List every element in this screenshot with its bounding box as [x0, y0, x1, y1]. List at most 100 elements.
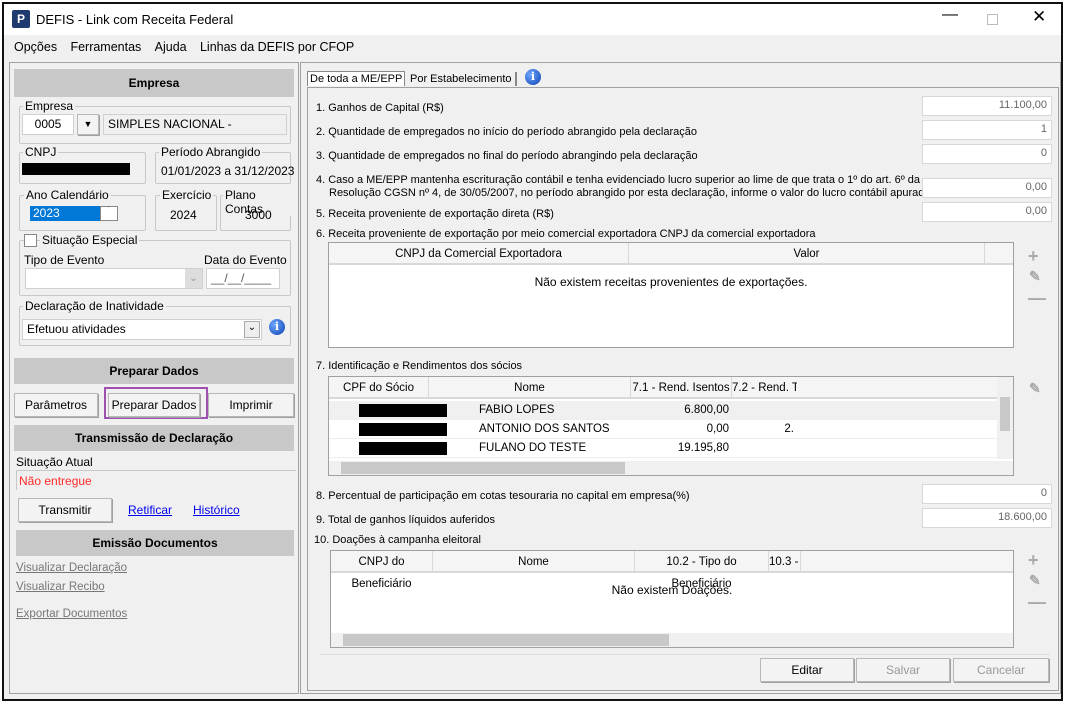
- table-header: CPF do Sócio Nome 7.1 - Rend. Isentos Pa…: [329, 377, 997, 416]
- edit-icon[interactable]: ✎: [1029, 572, 1041, 589]
- visualizar-recibo-link[interactable]: Visualizar Recibo: [16, 581, 105, 593]
- rend-isentos: 0,00: [706, 423, 729, 435]
- salvar-button[interactable]: Salvar: [856, 658, 950, 682]
- column-header[interactable]: 10.2 - Tipo do Beneficiário: [635, 551, 769, 590]
- empty-message: Não existem receitas provenientes de exp…: [534, 275, 808, 289]
- tab-toda-me-epp[interactable]: De toda a ME/EPP: [307, 71, 406, 86]
- column-header[interactable]: CPF do Sócio: [329, 377, 429, 399]
- edit-icon[interactable]: ✎: [1029, 380, 1041, 397]
- q10-label: 10. Doações à campanha eleitoral: [314, 534, 481, 546]
- exercicio-value: 2024: [170, 208, 197, 222]
- table-row[interactable]: FULANO DO TESTE 19.195,80: [329, 439, 997, 458]
- remove-icon[interactable]: —: [1028, 592, 1046, 613]
- data-evento-input[interactable]: __/__/____: [206, 268, 280, 289]
- title-bar: P DEFIS - Link com Receita Federal — ✕: [4, 4, 1061, 35]
- tipo-evento-label: Tipo de Evento: [24, 253, 105, 267]
- vertical-scrollbar[interactable]: [997, 377, 1013, 459]
- column-header[interactable]: Nome: [433, 551, 635, 573]
- column-header[interactable]: 7.2 - Rend. Tribu: [732, 377, 797, 399]
- tab-content: 1. Ganhos de Capital (R$) 11.100,00 2. Q…: [307, 87, 1059, 691]
- situacao-especial-checkbox[interactable]: [24, 234, 37, 247]
- tipo-evento-select[interactable]: [25, 268, 203, 289]
- socios-rows: FABIO LOPES 6.800,00 ANTONIO DOS SANTOS 0,0…: [329, 401, 997, 458]
- rend-tributaveis: 2.: [784, 423, 794, 435]
- cpf-redacted: [359, 442, 447, 455]
- maximize-button[interactable]: [987, 14, 998, 25]
- preparar-dados-button[interactable]: Preparar Dados: [108, 393, 200, 417]
- percentual-cotas-input[interactable]: 0: [922, 484, 1052, 504]
- empregados-inicio-input[interactable]: 1: [922, 120, 1052, 140]
- historico-link[interactable]: Histórico: [193, 503, 240, 517]
- table-header: CNPJ do Beneficiário Nome 10.2 - Tipo do…: [331, 551, 1013, 590]
- app-icon: P: [12, 10, 30, 28]
- q2-label: 2. Quantidade de empregados no início do…: [316, 126, 697, 138]
- exportar-documentos-link[interactable]: Exportar Documentos: [16, 608, 127, 620]
- menu-opcoes[interactable]: Opções: [14, 40, 57, 54]
- visualizar-declaracao-link[interactable]: Visualizar Declaração: [16, 562, 127, 574]
- menu-linhas-cfop[interactable]: Linhas da DEFIS por CFOP: [200, 40, 354, 54]
- socio-nome: ANTONIO DOS SANTOS: [479, 423, 610, 435]
- inatividade-label: Declaração de Inatividade: [23, 299, 166, 313]
- column-header[interactable]: CNPJ da Comercial Exportadora: [329, 243, 629, 265]
- edit-icon[interactable]: ✎: [1029, 268, 1041, 285]
- left-panel: Empresa Empresa 0005 ▼ SIMPLES NACIONAL …: [9, 62, 299, 694]
- close-button[interactable]: ✕: [1032, 7, 1046, 27]
- column-header[interactable]: Nome: [429, 377, 631, 399]
- empregados-final-input[interactable]: 0: [922, 144, 1052, 164]
- empresa-code-input[interactable]: 0005: [22, 114, 74, 135]
- column-header[interactable]: 10.3 - F: [769, 551, 801, 573]
- exportadoras-table: CNPJ da Comercial Exportadora Valor Não …: [328, 242, 1014, 348]
- retificar-link[interactable]: Retificar: [128, 503, 172, 517]
- horizontal-scrollbar[interactable]: [331, 633, 1013, 647]
- exportacao-direta-input[interactable]: 0,00: [922, 202, 1052, 222]
- q8-label: 8. Percentual de participação em cotas t…: [316, 490, 690, 502]
- table-row[interactable]: FABIO LOPES 6.800,00: [329, 401, 997, 420]
- empresa-dropdown-button[interactable]: ▼: [77, 114, 99, 135]
- emissao-header: Emissão Documentos: [16, 530, 294, 556]
- table-header: CNPJ da Comercial Exportadora Valor: [329, 243, 1013, 265]
- ganhos-capital-input[interactable]: 11.100,00: [922, 96, 1052, 116]
- cpf-redacted: [359, 423, 447, 436]
- empresa-header: Empresa: [14, 69, 294, 97]
- inatividade-select[interactable]: Efetuou atividades: [22, 319, 262, 340]
- column-header[interactable]: CNPJ do Beneficiário: [331, 551, 433, 590]
- add-icon[interactable]: +: [1028, 550, 1039, 571]
- editar-button[interactable]: Editar: [760, 658, 854, 682]
- ganhos-liquidos-input[interactable]: 18.600,00: [922, 508, 1052, 528]
- ano-label: Ano Calendário: [24, 188, 111, 202]
- q9-label: 9. Total de ganhos líquidos auferidos: [316, 514, 495, 526]
- menu-ajuda[interactable]: Ajuda: [155, 40, 187, 54]
- ano-calendario-input[interactable]: 2023: [30, 206, 100, 221]
- imprimir-button[interactable]: Imprimir: [208, 393, 294, 417]
- column-header[interactable]: Valor: [629, 243, 985, 265]
- horizontal-scrollbar[interactable]: [329, 461, 1013, 475]
- column-header[interactable]: 7.1 - Rend. Isentos Pagos: [631, 377, 732, 416]
- transmitir-button[interactable]: Transmitir: [18, 498, 112, 522]
- main-window: P DEFIS - Link com Receita Federal — ✕ O…: [2, 2, 1063, 701]
- parametros-button[interactable]: Parâmetros: [14, 393, 98, 417]
- lucro-contabil-input[interactable]: 0,00: [922, 178, 1052, 198]
- empresa-name-field: SIMPLES NACIONAL -: [103, 114, 287, 135]
- socio-nome: FULANO DO TESTE: [479, 442, 587, 454]
- q5-label: 5. Receita proveniente de exportação dir…: [316, 208, 554, 220]
- table-row[interactable]: ANTONIO DOS SANTOS 0,00 2.: [329, 420, 997, 439]
- q3-label: 3. Quantidade de empregados no final do …: [316, 150, 698, 162]
- rend-isentos: 19.195,80: [677, 442, 729, 454]
- q6-label: 6. Receita proveniente de exportação por…: [316, 228, 816, 240]
- info-icon[interactable]: i: [269, 319, 285, 335]
- socios-table: CPF do Sócio Nome 7.1 - Rend. Isentos Pa…: [328, 376, 1014, 476]
- ano-spinner[interactable]: ˙: [100, 206, 118, 221]
- preparar-header: Preparar Dados: [14, 358, 294, 384]
- transmissao-header: Transmissão de Declaração: [14, 425, 294, 451]
- info-icon[interactable]: i: [525, 69, 541, 85]
- right-panel: De toda a ME/EPP Por Estabelecimento i 1…: [300, 62, 1061, 694]
- remove-icon[interactable]: —: [1028, 288, 1046, 309]
- plano-value: 3000: [245, 208, 272, 222]
- tab-por-estabelecimento[interactable]: Por Estabelecimento: [407, 72, 517, 86]
- minimize-button[interactable]: —: [942, 6, 958, 24]
- add-icon[interactable]: +: [1028, 246, 1039, 267]
- menu-ferramentas[interactable]: Ferramentas: [70, 40, 141, 54]
- cancelar-button[interactable]: Cancelar: [953, 658, 1049, 682]
- menu-bar: Opções Ferramentas Ajuda Linhas da DEFIS…: [14, 40, 364, 54]
- situacao-atual-value: Não entregue: [16, 470, 296, 490]
